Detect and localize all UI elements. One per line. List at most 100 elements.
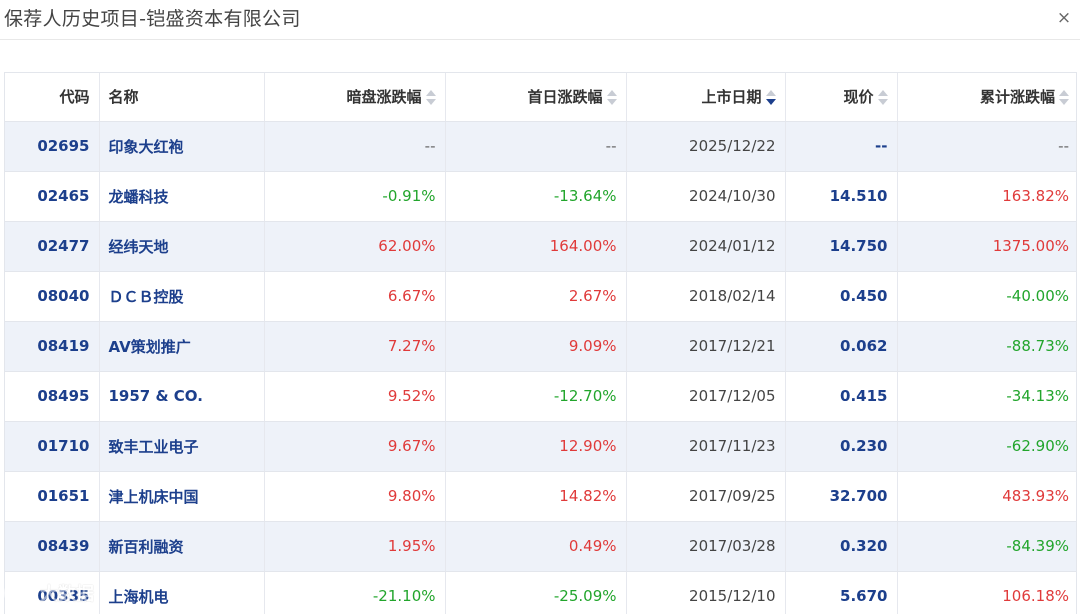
header-listing-date-label: 上市日期 [701, 88, 762, 107]
sort-icon[interactable] [425, 89, 436, 107]
first-day-change: -25.09% [445, 571, 627, 614]
listing-date: 2015/12/10 [626, 571, 786, 614]
table-row[interactable]: 02465 龙蟠科技 -0.91% -13.64% 2024/10/30 14.510 16… [5, 171, 1076, 222]
sort-desc-icon[interactable] [765, 89, 776, 107]
stock-code-link[interactable]: 08439 [5, 521, 100, 572]
first-day-change: 12.90% [445, 421, 627, 472]
cumulative-change: -34.13% [897, 371, 1076, 422]
stock-code-link[interactable]: 08419 [5, 321, 100, 372]
sort-icon[interactable] [1059, 89, 1069, 107]
listing-date: 2017/12/21 [626, 321, 786, 372]
table-row[interactable]: 02477 经纬天地 62.00% 164.00% 2024/01/12 14.750 13… [5, 221, 1076, 272]
header-name: 名称 [99, 73, 265, 122]
stock-code-link[interactable]: 00335 [5, 571, 100, 614]
listing-date: 2024/01/12 [626, 221, 786, 272]
stock-name-link[interactable]: AV策划推广 [99, 321, 265, 372]
stock-name-link[interactable]: 经纬天地 [99, 221, 265, 272]
current-price: 0.320 [785, 521, 898, 572]
cumulative-change: 1375.00% [897, 221, 1076, 272]
header-dark-change-label: 暗盘涨跌幅 [346, 88, 422, 107]
stock-code-link[interactable]: 01651 [5, 471, 100, 522]
stock-code-link[interactable]: 08495 [5, 371, 100, 422]
stock-name-link[interactable]: 龙蟠科技 [99, 171, 265, 222]
table-header: 代码 名称 暗盘涨跌幅 首日涨跌幅 上市日期 现价 累计涨跌幅 [5, 73, 1076, 122]
table-row[interactable]: 02695 印象大红袍 -- -- 2025/12/22 -- -- [5, 121, 1076, 172]
stock-code-link[interactable]: 08040 [5, 271, 100, 322]
dialog-header: 保荐人历史项目-铠盛资本有限公司 × [0, 0, 1080, 40]
cumulative-change: 483.93% [897, 471, 1076, 522]
listing-date: 2018/02/14 [626, 271, 786, 322]
table-body: 02695 印象大红袍 -- -- 2025/12/22 -- -- 02465 龙蟠科技 -0.… [5, 121, 1076, 614]
listing-date: 2024/10/30 [626, 171, 786, 222]
stock-code-link[interactable]: 01710 [5, 421, 100, 472]
stock-code-link[interactable]: 02477 [5, 221, 100, 272]
cumulative-change: -88.73% [897, 321, 1076, 372]
stock-code-link[interactable]: 02465 [5, 171, 100, 222]
dark-pool-change: -21.10% [264, 571, 446, 614]
sponsor-history-table: 代码 名称 暗盘涨跌幅 首日涨跌幅 上市日期 现价 累计涨跌幅 02695 印象大… [4, 72, 1077, 614]
table-row[interactable]: 08419 AV策划推广 7.27% 9.09% 2017/12/21 0.062 -88.… [5, 321, 1076, 372]
first-day-change: -12.70% [445, 371, 627, 422]
dark-pool-change: 9.80% [264, 471, 446, 522]
cumulative-change: -62.90% [897, 421, 1076, 472]
header-dark-change[interactable]: 暗盘涨跌幅 [264, 73, 446, 122]
header-name-label: 名称 [108, 88, 139, 107]
dark-pool-change: 1.95% [264, 521, 446, 572]
stock-name-link[interactable]: ＤＣＢ控股 [99, 271, 265, 322]
cumulative-change: 163.82% [897, 171, 1076, 222]
stock-name-link[interactable]: 印象大红袍 [99, 121, 265, 172]
header-total-change-label: 累计涨跌幅 [979, 88, 1055, 107]
dialog-title: 保荐人历史项目-铠盛资本有限公司 [4, 8, 301, 30]
table-row[interactable]: 01710 致丰工业电子 9.67% 12.90% 2017/11/23 0.230 -62… [5, 421, 1076, 472]
listing-date: 2017/12/05 [626, 371, 786, 422]
cumulative-change: -- [897, 121, 1076, 172]
current-price: 5.670 [785, 571, 898, 614]
dark-pool-change: 62.00% [264, 221, 446, 272]
current-price: 0.415 [785, 371, 898, 422]
dark-pool-change: -- [264, 121, 446, 172]
current-price: 0.230 [785, 421, 898, 472]
header-price-label: 现价 [843, 88, 874, 107]
current-price: 0.450 [785, 271, 898, 322]
dark-pool-change: 6.67% [264, 271, 446, 322]
first-day-change: 9.09% [445, 321, 627, 372]
stock-name-link[interactable]: 津上机床中国 [99, 471, 265, 522]
sort-icon[interactable] [606, 89, 617, 107]
cumulative-change: 106.18% [897, 571, 1076, 614]
header-listing-date[interactable]: 上市日期 [626, 73, 786, 122]
stock-name-link[interactable]: 致丰工业电子 [99, 421, 265, 472]
header-price[interactable]: 现价 [785, 73, 898, 122]
current-price: 14.750 [785, 221, 898, 272]
dark-pool-change: -0.91% [264, 171, 446, 222]
table-row[interactable]: 08040 ＤＣＢ控股 6.67% 2.67% 2018/02/14 0.450 -40.0… [5, 271, 1076, 322]
stock-name-link[interactable]: 上海机电 [99, 571, 265, 614]
header-code: 代码 [5, 73, 100, 122]
dark-pool-change: 9.67% [264, 421, 446, 472]
current-price: -- [785, 121, 898, 172]
stock-name-link[interactable]: 1957 & CO. [99, 371, 265, 422]
first-day-change: -13.64% [445, 171, 627, 222]
table-row[interactable]: 08439 新百利融资 1.95% 0.49% 2017/03/28 0.320 -84.3… [5, 521, 1076, 572]
table-row[interactable]: 00335 上海机电 -21.10% -25.09% 2015/12/10 5.670 10… [5, 571, 1076, 614]
first-day-change: -- [445, 121, 627, 172]
first-day-change: 2.67% [445, 271, 627, 322]
header-first-day-change-label: 首日涨跌幅 [527, 88, 603, 107]
current-price: 0.062 [785, 321, 898, 372]
dark-pool-change: 9.52% [264, 371, 446, 422]
stock-code-link[interactable]: 02695 [5, 121, 100, 172]
stock-name-link[interactable]: 新百利融资 [99, 521, 265, 572]
cumulative-change: -84.39% [897, 521, 1076, 572]
table-row[interactable]: 08495 1957 & CO. 9.52% -12.70% 2017/12/05 0.4… [5, 371, 1076, 422]
listing-date: 2025/12/22 [626, 121, 786, 172]
header-total-change[interactable]: 累计涨跌幅 [897, 73, 1076, 122]
current-price: 32.700 [785, 471, 898, 522]
current-price: 14.510 [785, 171, 898, 222]
listing-date: 2017/11/23 [626, 421, 786, 472]
header-first-day-change[interactable]: 首日涨跌幅 [445, 73, 627, 122]
first-day-change: 0.49% [445, 521, 627, 572]
header-code-label: 代码 [59, 88, 90, 107]
sort-icon[interactable] [877, 89, 888, 107]
cumulative-change: -40.00% [897, 271, 1076, 322]
close-icon[interactable]: × [1056, 8, 1072, 28]
table-row[interactable]: 01651 津上机床中国 9.80% 14.82% 2017/09/25 32.700 48… [5, 471, 1076, 522]
